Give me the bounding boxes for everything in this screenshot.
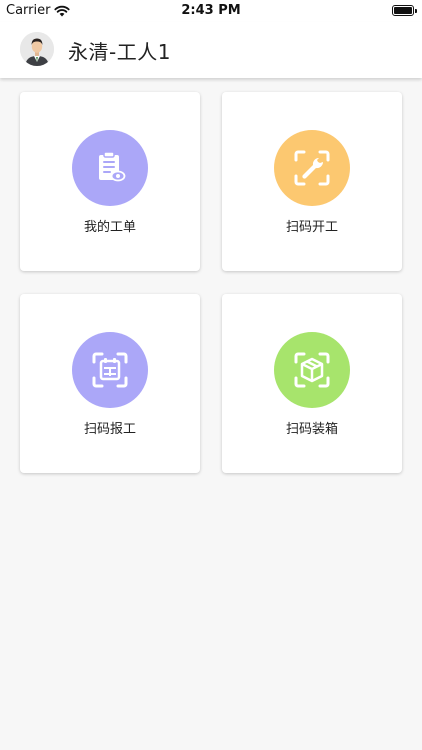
tile-label: 扫码报工: [83, 422, 136, 437]
tile-label: 我的工单: [83, 220, 136, 235]
user-avatar-icon[interactable]: [20, 32, 54, 66]
scan-box-icon: [274, 332, 350, 408]
tile-my-work-orders[interactable]: 我的工单: [20, 92, 200, 271]
tile-scan-start-work[interactable]: 扫码开工: [222, 92, 402, 271]
tile-scan-report-work[interactable]: 扫码报工: [20, 294, 200, 473]
scan-report-icon: [72, 332, 148, 408]
tile-label: 扫码开工: [285, 220, 338, 235]
tile-scan-packing[interactable]: 扫码装箱: [222, 294, 402, 473]
tile-label: 扫码装箱: [285, 422, 338, 437]
clipboard-eye-icon: [72, 130, 148, 206]
page-title: 永清-工人1: [68, 40, 171, 64]
scan-wrench-icon: [274, 130, 350, 206]
app-header: 永清-工人1: [0, 22, 422, 78]
status-bar: Carrier 2:43 PM: [0, 0, 422, 22]
status-time: 2:43 PM: [181, 3, 241, 18]
battery-icon: [392, 5, 417, 16]
